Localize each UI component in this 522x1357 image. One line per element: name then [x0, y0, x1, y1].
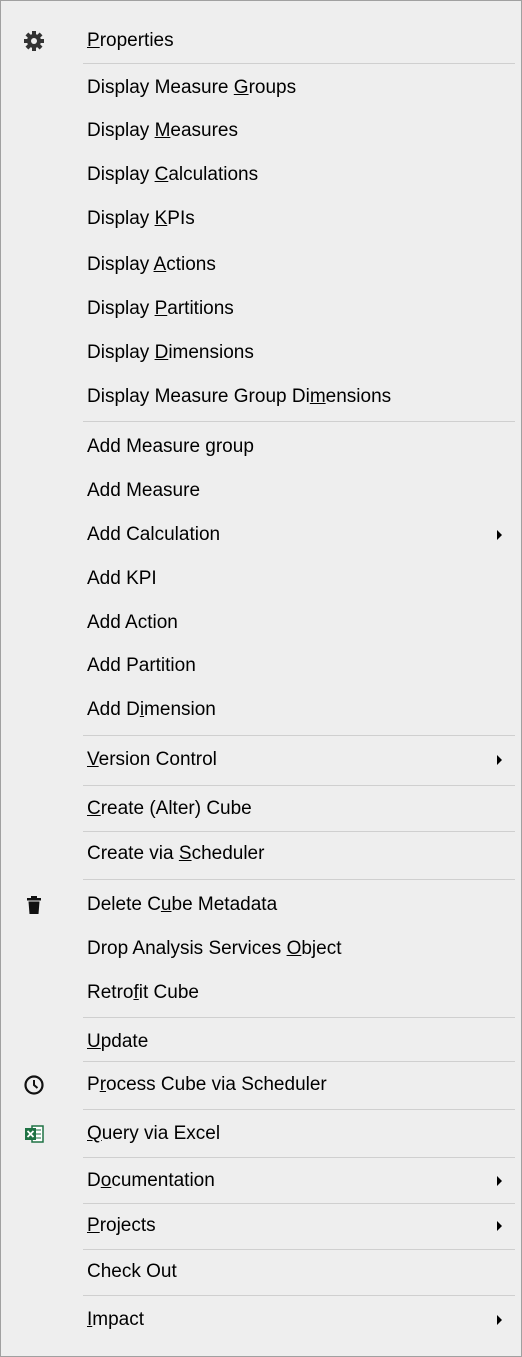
menu-item-label: Display Measures: [87, 120, 239, 141]
menu-item-display-dimensions[interactable]: Display Dimensions: [1, 333, 521, 373]
menu-item-create-alter-cube[interactable]: Create (Alter) Cube: [1, 789, 521, 829]
menu-item-label: Properties: [87, 30, 174, 51]
access-key: m: [309, 386, 326, 407]
access-key: C: [87, 798, 101, 819]
menu-separator: [83, 735, 515, 736]
submenu-arrow-icon: [497, 1176, 502, 1186]
context-menu: Properties Display Measure Groups Display …: [0, 0, 522, 1357]
menu-item-label: Display Actions: [87, 254, 216, 275]
access-key: A: [153, 254, 167, 275]
menu-separator: [83, 63, 515, 64]
access-key: V: [87, 749, 99, 770]
menu-separator: [83, 785, 515, 786]
menu-separator: [83, 1157, 515, 1158]
menu-separator: [83, 1295, 515, 1296]
access-key: G: [233, 77, 249, 98]
submenu-arrow-icon: [497, 1221, 502, 1231]
menu-item-label: Drop Analysis Services Object: [87, 938, 342, 959]
menu-item-display-partitions[interactable]: Display Partitions: [1, 289, 521, 329]
menu-item-add-kpi[interactable]: Add KPI: [1, 559, 521, 599]
menu-item-display-actions[interactable]: Display Actions: [1, 245, 521, 285]
menu-item-label: Process Cube via Scheduler: [87, 1074, 327, 1095]
menu-item-label: Add Partition: [87, 655, 196, 676]
menu-separator: [83, 1017, 515, 1018]
trash-icon: [23, 894, 45, 916]
menu-item-label: Add Measure: [87, 480, 201, 501]
menu-item-label: Create (Alter) Cube: [87, 798, 252, 819]
menu-item-label: Check Out: [87, 1261, 177, 1282]
menu-separator: [83, 1203, 515, 1204]
gear-icon: [23, 30, 45, 52]
menu-item-display-measures[interactable]: Display Measures: [1, 111, 521, 151]
access-key: C: [154, 164, 169, 185]
menu-item-impact[interactable]: Impact: [1, 1300, 521, 1340]
menu-separator: [83, 1109, 515, 1110]
menu-item-add-measure[interactable]: Add Measure: [1, 471, 521, 511]
menu-item-label: Add Action: [87, 612, 178, 633]
submenu-arrow-icon: [497, 530, 502, 540]
menu-item-properties[interactable]: Properties: [1, 21, 521, 61]
menu-item-label: Display Measure Group Dimensions: [87, 386, 392, 407]
menu-item-label: Projects: [87, 1215, 156, 1236]
menu-item-display-calculations[interactable]: Display Calculations: [1, 155, 521, 195]
menu-item-add-partition[interactable]: Add Partition: [1, 646, 521, 686]
menu-separator: [83, 831, 515, 832]
menu-item-label: Add Measure group: [87, 436, 254, 457]
menu-item-display-measure-group-dimensions[interactable]: Display Measure Group Dimensions: [1, 377, 521, 417]
access-key: U: [87, 1031, 101, 1052]
menu-item-label: Query via Excel: [87, 1123, 221, 1144]
access-key: Q: [87, 1123, 102, 1144]
submenu-arrow-icon: [497, 755, 502, 765]
menu-item-process-cube-via-scheduler[interactable]: Process Cube via Scheduler: [1, 1065, 521, 1105]
menu-item-delete-cube-metadata[interactable]: Delete Cube Metadata: [1, 885, 521, 925]
menu-item-display-kpis[interactable]: Display KPIs: [1, 199, 521, 239]
menu-item-add-action[interactable]: Add Action: [1, 603, 521, 643]
menu-item-add-measure-group[interactable]: Add Measure group: [1, 427, 521, 467]
menu-item-version-control[interactable]: Version Control: [1, 740, 521, 780]
menu-item-create-via-scheduler[interactable]: Create via Scheduler: [1, 834, 521, 874]
menu-item-label: Update: [87, 1031, 149, 1052]
menu-item-label: Version Control: [87, 749, 217, 770]
menu-item-label: Display Dimensions: [87, 342, 254, 363]
menu-separator: [83, 1249, 515, 1250]
excel-icon: [23, 1123, 45, 1145]
access-key: M: [154, 120, 171, 141]
access-key: D: [154, 342, 169, 363]
menu-item-projects[interactable]: Projects: [1, 1206, 521, 1246]
menu-item-label: Display Calculations: [87, 164, 259, 185]
menu-item-drop-analysis-services-object[interactable]: Drop Analysis Services Object: [1, 929, 521, 969]
menu-item-retrofit-cube[interactable]: Retrofit Cube: [1, 973, 521, 1013]
menu-item-check-out[interactable]: Check Out: [1, 1252, 521, 1292]
menu-item-add-dimension[interactable]: Add Dimension: [1, 690, 521, 730]
access-key: u: [160, 894, 172, 915]
menu-item-label: Impact: [87, 1309, 145, 1330]
access-key: P: [87, 30, 100, 51]
menu-item-label: Add Calculation: [87, 524, 221, 545]
menu-item-display-measure-groups[interactable]: Display Measure Groups: [1, 68, 521, 108]
menu-item-query-via-excel[interactable]: Query via Excel: [1, 1114, 521, 1154]
access-key: S: [178, 843, 192, 864]
clock-icon: [23, 1074, 45, 1096]
menu-item-documentation[interactable]: Documentation: [1, 1161, 521, 1201]
menu-item-label: Add KPI: [87, 568, 157, 589]
access-key: o: [100, 1170, 112, 1191]
menu-item-label: Delete Cube Metadata: [87, 894, 278, 915]
menu-item-label: Add Dimension: [87, 699, 216, 720]
access-key: K: [154, 208, 168, 229]
access-key: O: [286, 938, 302, 959]
menu-item-label: Display KPIs: [87, 208, 195, 229]
menu-item-label: Create via Scheduler: [87, 843, 265, 864]
access-key: P: [87, 1215, 100, 1236]
menu-item-label: Display Measure Groups: [87, 77, 297, 98]
menu-item-add-calculation[interactable]: Add Calculation: [1, 515, 521, 555]
menu-item-label: Display Partitions: [87, 298, 234, 319]
menu-separator: [83, 421, 515, 422]
menu-item-label: Retrofit Cube: [87, 982, 199, 1003]
submenu-arrow-icon: [497, 1315, 502, 1325]
menu-item-update[interactable]: Update: [1, 1022, 521, 1062]
menu-separator: [83, 879, 515, 880]
access-key: P: [154, 298, 168, 319]
menu-item-label: Documentation: [87, 1170, 215, 1191]
